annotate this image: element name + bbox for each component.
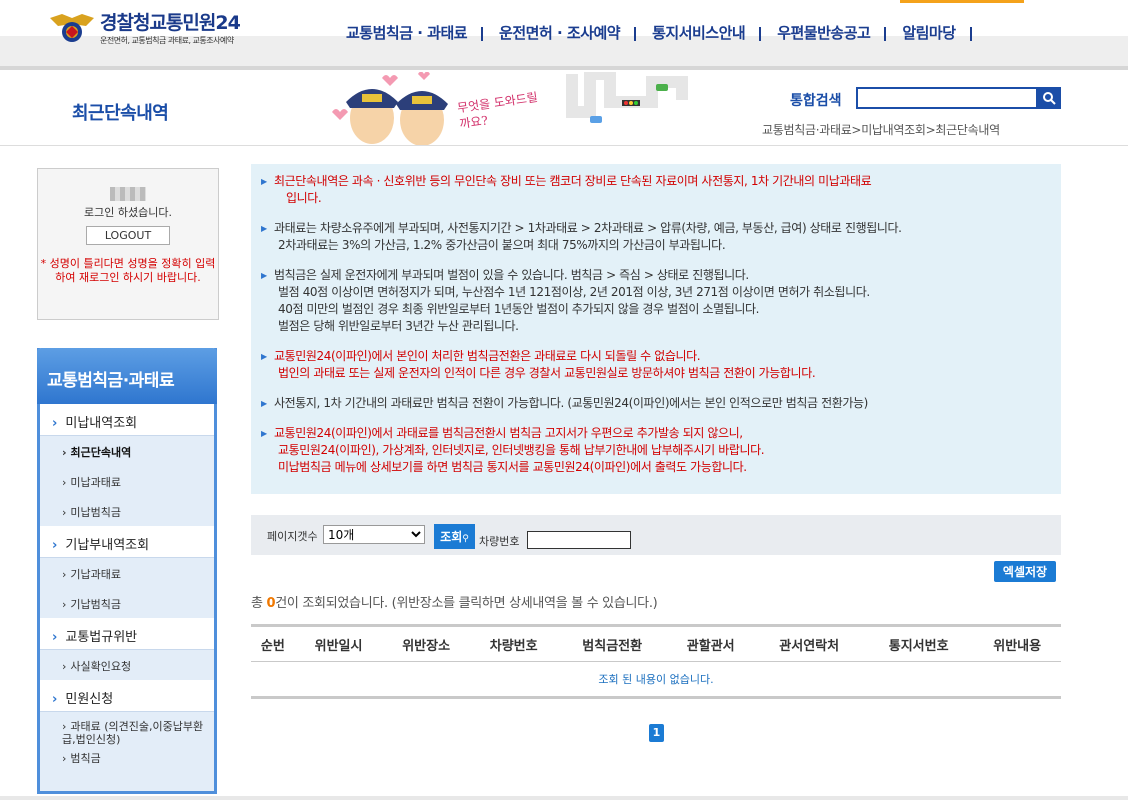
column-header: 관서연락처 (754, 624, 864, 662)
login-message: 로그인 하셨습니다. (84, 206, 172, 219)
page-size-label: 페이지갯수 (267, 530, 318, 543)
query-button[interactable]: 조회⚲ (434, 524, 475, 549)
footer-divider (0, 796, 1128, 800)
sidebar-item-unpaid-fines[interactable]: 미납과태료 (40, 466, 214, 496)
login-box: 로그인 하셨습니다. LOGOUT * 성명이 틀리다면 성명을 정확히 입력하… (37, 168, 219, 320)
sidebar-item-paid-penalties[interactable]: 기납범칙금 (40, 588, 214, 618)
violation-table: 순번 위반일시 위반장소 차량번호 범칙금전환 관할관서 관서연락처 통지서번호… (251, 624, 1061, 699)
police-emblem-icon (48, 12, 96, 44)
notice-paragraph: 사전통지, 1차 기간내의 과태료만 범칙금 전환이 가능합니다. (교통민원2… (261, 395, 1061, 412)
nav-notice-service[interactable]: 통지서비스안내 (636, 22, 762, 43)
notice-box: 최근단속내역은 과속 · 신호위반 등의 무인단속 장비 또는 캠코더 장비로 … (251, 164, 1061, 494)
sidebar-item-penalty-petition[interactable]: 범칙금 (40, 746, 214, 776)
search-button[interactable] (1036, 87, 1061, 109)
column-header: 통지서번호 (863, 624, 974, 662)
main-nav: 교통범칙금 · 과태료 운전면허 · 조사예약 통지서비스안내 우편물반송공고 … (330, 22, 972, 43)
sidebar-item-unpaid-penalties[interactable]: 미납범칙금 (40, 496, 214, 526)
car-number-input[interactable] (527, 531, 631, 549)
header-divider (0, 145, 1128, 146)
notice-paragraph: 교통민원24(이파인)에서 본인이 처리한 범칙금전환은 과태료로 다시 되돌릴… (261, 348, 1061, 382)
page-size-select[interactable]: 10개 (323, 525, 425, 544)
page-number-current[interactable]: 1 (649, 724, 664, 742)
column-header: 순번 (251, 624, 295, 662)
notice-paragraph: 최근단속내역은 과속 · 신호위반 등의 무인단속 장비 또는 캠코더 장비로 … (261, 173, 1061, 207)
search-filter: 페이지갯수 10개 조회⚲ 차량번호 (251, 515, 1061, 555)
column-header: 위반내용 (973, 624, 1061, 662)
nav-announcements[interactable]: 알림마당 (886, 22, 972, 43)
search-input[interactable] (856, 87, 1038, 109)
column-header: 위반장소 (382, 624, 470, 662)
user-name-masked (110, 187, 146, 201)
sidebar-item-unpaid[interactable]: 미납내역조회 (40, 404, 214, 436)
empty-message: 조회 된 내용이 없습니다. (251, 661, 1061, 699)
sidebar-item-fact-check[interactable]: 사실확인요청 (40, 650, 214, 680)
sidebar-item-paid[interactable]: 기납부내역조회 (40, 526, 214, 558)
breadcrumb: 교통범칙금·과태료>미납내역조회>최근단속내역 (762, 123, 1000, 137)
sidebar-item-petition[interactable]: 민원신청 (40, 680, 214, 712)
notice-paragraph: 범칙금은 실제 운전자에게 부과되며 벌점이 있을 수 있습니다. 범칙금 > … (261, 267, 1061, 335)
brand-sub: 교통민원24 (149, 12, 240, 34)
nav-license[interactable]: 운전면허 · 조사예약 (483, 22, 637, 43)
column-header: 위반일시 (294, 624, 383, 662)
car-number-label: 차량번호 (479, 535, 520, 548)
site-logo[interactable]: 경찰청교통민원24 운전면허, 교통범칙금 과태료, 교통조사예약 (48, 12, 241, 46)
result-count: 총 0건이 조회되었습니다. (위반장소를 클릭하면 상세내역을 볼 수 있습니… (251, 596, 658, 611)
sidebar-title: 교통범칙금·과태료 (37, 348, 217, 404)
sidebar-item-fine-petition[interactable]: 과태료 (의견진술,이중납부환급,법인신청) (40, 712, 214, 746)
column-header: 차량번호 (469, 624, 558, 662)
notice-paragraph: 교통민원24(이파인)에서 과태료를 범칙금전환시 범칙금 고지서가 우편으로 … (261, 425, 1061, 476)
search-label: 통합검색 (790, 93, 842, 109)
excel-save-button[interactable]: 엑셀저장 (994, 561, 1056, 582)
sidebar-item-recent[interactable]: 최근단속내역 (40, 436, 214, 466)
sidebar-item-violation[interactable]: 교통법규위반 (40, 618, 214, 650)
login-warning: * 성명이 틀리다면 성명을 정확히 입력하여 재로그인 하시기 바랍니다. (40, 257, 216, 284)
search-icon: ⚲ (462, 534, 469, 544)
brand-main: 경찰청 (100, 12, 150, 34)
column-header: 관할관서 (666, 624, 755, 662)
result-count-number: 0 (266, 596, 276, 611)
notice-paragraph: 과태료는 차량소유주에게 부과되며, 사전통지기간 > 1차과태료 > 2차과태… (261, 220, 1061, 254)
nav-fines[interactable]: 교통범칙금 · 과태료 (330, 22, 484, 43)
logout-button[interactable]: LOGOUT (86, 226, 170, 245)
nav-returned-mail[interactable]: 우편물반송공고 (761, 22, 887, 43)
sidebar-item-paid-fines[interactable]: 기납과태료 (40, 558, 214, 588)
brand-tagline: 운전면허, 교통범칙금 과태료, 교통조사예약 (100, 36, 234, 45)
sidebar: 교통범칙금·과태료 미납내역조회 최근단속내역 미납과태료 미납범칙금 기납부내… (37, 348, 217, 794)
mascot-banner: 무엇을 도와드릴까요? (322, 68, 702, 148)
search-icon (1042, 92, 1056, 105)
header-accent-bar (900, 0, 1024, 3)
page-title: 최근단속내역 (72, 103, 169, 124)
column-header: 범칙금전환 (557, 624, 667, 662)
